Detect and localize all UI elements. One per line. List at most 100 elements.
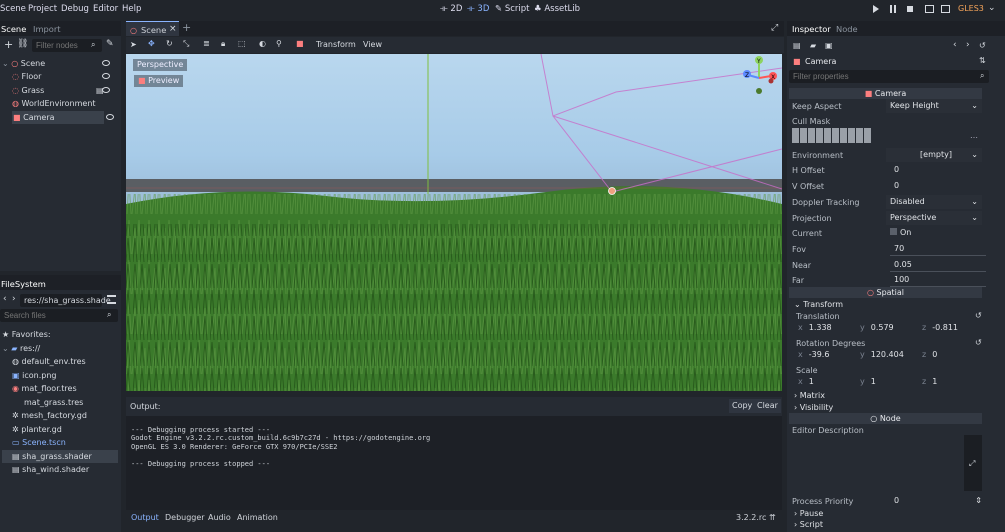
revert-icon[interactable]: ↺ <box>975 338 982 347</box>
group-icon[interactable]: ⬚ <box>238 39 246 48</box>
mode-assetlib-button[interactable]: ♣ AssetLib <box>534 4 580 14</box>
camera-gizmo-handle[interactable] <box>608 187 616 195</box>
file-item[interactable]: ▭ Scene.tscn <box>2 436 118 449</box>
orientation-gizmo[interactable]: Y X Z <box>743 56 777 94</box>
tab-scene-editor[interactable]: ○ Scene × <box>126 21 179 36</box>
menu-editor[interactable]: Editor <box>93 4 118 14</box>
menu-help[interactable]: Help <box>122 4 141 14</box>
matrix-group[interactable]: › Matrix <box>794 391 825 400</box>
preview-toggle[interactable]: ■ Preview <box>134 75 184 87</box>
scale-tool-icon[interactable]: ⤡ <box>183 39 189 49</box>
split-view-icon[interactable] <box>107 295 116 304</box>
tab-import[interactable]: Import <box>33 24 61 34</box>
copy-button[interactable]: Copy <box>729 399 756 413</box>
local-space-icon[interactable]: ◐ <box>259 39 266 48</box>
menu-debug[interactable]: Debug <box>61 4 89 14</box>
search-files-input[interactable] <box>0 309 118 322</box>
filter-properties-input[interactable] <box>789 70 989 83</box>
file-item[interactable]: ▣ icon.png <box>2 369 118 382</box>
file-item-selected[interactable]: ▤ sha_grass.shader <box>2 450 118 463</box>
pause-group[interactable]: › Pause <box>794 509 823 518</box>
section-spatial[interactable]: ○ Spatial <box>789 287 982 298</box>
select-tool-icon[interactable]: ➤ <box>130 40 137 49</box>
chevron-left-icon[interactable]: ‹ <box>3 294 7 304</box>
far-slider[interactable]: 100 <box>890 273 986 287</box>
rotation-y-field[interactable]: y 120.404 <box>860 349 904 361</box>
chevron-down-icon[interactable]: ⌄ <box>988 3 996 13</box>
mode-3d-button[interactable]: ⟛ 3D <box>467 4 489 14</box>
chevron-left-icon[interactable]: ‹ <box>953 40 957 50</box>
fov-slider[interactable]: 70 <box>890 242 986 256</box>
play-icon[interactable] <box>873 5 879 13</box>
bottom-tab-output[interactable]: Output <box>131 513 159 522</box>
bottom-tab-debugger[interactable]: Debugger <box>165 513 205 522</box>
revert-icon[interactable]: ↺ <box>975 311 982 320</box>
fullscreen-icon[interactable]: ⤢ <box>771 23 778 33</box>
file-item[interactable]: ◉ mat_floor.tres <box>2 382 118 395</box>
cull-mask-grid[interactable] <box>792 128 872 143</box>
rotation-z-field[interactable]: z0 <box>922 349 937 361</box>
projection-select[interactable]: Perspective ⌄ <box>886 211 982 225</box>
file-item[interactable]: mat_grass.tres <box>2 396 118 409</box>
expand-panel-icon[interactable]: ⇈ <box>769 513 776 522</box>
tree-item-grass[interactable]: ◌ Grass ▤ <box>2 84 118 97</box>
transform-menu[interactable]: Transform <box>316 40 356 49</box>
file-item[interactable]: ✲ mesh_factory.gd <box>2 409 118 422</box>
h-offset-field[interactable]: 0 <box>890 163 986 177</box>
property-settings-icon[interactable]: ⇅ <box>979 56 986 65</box>
move-tool-icon[interactable]: ✥ <box>148 39 155 48</box>
v-offset-field[interactable]: 0 <box>890 179 986 193</box>
current-checkbox[interactable]: On <box>886 226 982 240</box>
save-icon[interactable]: ▣ <box>825 41 833 50</box>
rotation-x-field[interactable]: x -39.6 <box>798 349 829 361</box>
translation-x-field[interactable]: x 1.338 <box>798 322 832 334</box>
visibility-group[interactable]: › Visibility <box>794 403 833 412</box>
file-item[interactable]: ✲ planter.gd <box>2 423 118 436</box>
stop-icon[interactable] <box>907 6 913 12</box>
tab-inspector[interactable]: Inspector <box>792 24 831 34</box>
tab-scene[interactable]: Scene <box>1 24 26 34</box>
history-icon[interactable]: ↺ <box>979 41 986 50</box>
snap-icon[interactable]: ⚲ <box>276 39 282 48</box>
visibility-eye-icon[interactable] <box>102 60 110 66</box>
menu-scene[interactable]: Scene <box>0 4 26 14</box>
close-icon[interactable]: × <box>169 24 177 34</box>
chevron-right-icon[interactable]: › <box>966 40 970 50</box>
link-icon[interactable]: ⛓ <box>17 39 28 49</box>
translation-y-field[interactable]: y 0.579 <box>860 322 894 334</box>
play-custom-scene-icon[interactable] <box>941 5 950 13</box>
rotate-tool-icon[interactable]: ↻ <box>166 39 173 48</box>
script-attach-icon[interactable]: ✎ <box>106 39 114 49</box>
tree-item-camera[interactable]: ■ Camera <box>12 111 104 124</box>
near-slider[interactable]: 0.05 <box>890 258 986 272</box>
perspective-menu[interactable]: Perspective <box>133 59 188 71</box>
add-node-icon[interactable]: + <box>4 39 13 50</box>
visibility-eye-icon[interactable] <box>102 73 110 79</box>
chevron-right-icon[interactable]: › <box>12 294 16 304</box>
environment-resource-picker[interactable]: [empty] ⌄ <box>886 148 982 162</box>
menu-project[interactable]: Project <box>28 4 57 14</box>
scale-y-field[interactable]: y1 <box>860 376 876 388</box>
scale-x-field[interactable]: x1 <box>798 376 814 388</box>
bottom-tab-animation[interactable]: Animation <box>237 513 278 522</box>
visibility-eye-icon[interactable] <box>106 114 114 120</box>
file-item[interactable]: ◍ default_env.tres <box>2 355 118 368</box>
view-menu[interactable]: View <box>363 40 382 49</box>
translation-z-field[interactable]: z -0.811 <box>922 322 958 334</box>
scale-z-field[interactable]: z1 <box>922 376 937 388</box>
script-group[interactable]: › Script <box>794 520 823 529</box>
tree-item-floor[interactable]: ◌ Floor <box>2 70 118 83</box>
visibility-eye-icon[interactable] <box>102 87 110 93</box>
clear-button[interactable]: Clear <box>754 399 781 413</box>
transform-group[interactable]: ⌄ Transform <box>794 300 843 309</box>
add-tab-icon[interactable]: + <box>182 21 191 34</box>
tab-node[interactable]: Node <box>836 24 858 34</box>
new-resource-icon[interactable]: ▤ <box>793 41 801 50</box>
tree-item-scene[interactable]: ⌄ ○ Scene <box>2 57 118 70</box>
lock-icon[interactable]: 🔒︎ <box>221 39 225 49</box>
folder-root[interactable]: ⌄ ▰ res:// <box>2 342 118 355</box>
renderer-select[interactable]: GLES3 <box>958 4 984 13</box>
mode-script-button[interactable]: ✎ Script <box>495 4 529 14</box>
tree-item-worldenvironment[interactable]: ◍ WorldEnvironment <box>2 97 118 110</box>
process-priority-spinbox[interactable]: 0 ⇕ <box>890 494 986 508</box>
